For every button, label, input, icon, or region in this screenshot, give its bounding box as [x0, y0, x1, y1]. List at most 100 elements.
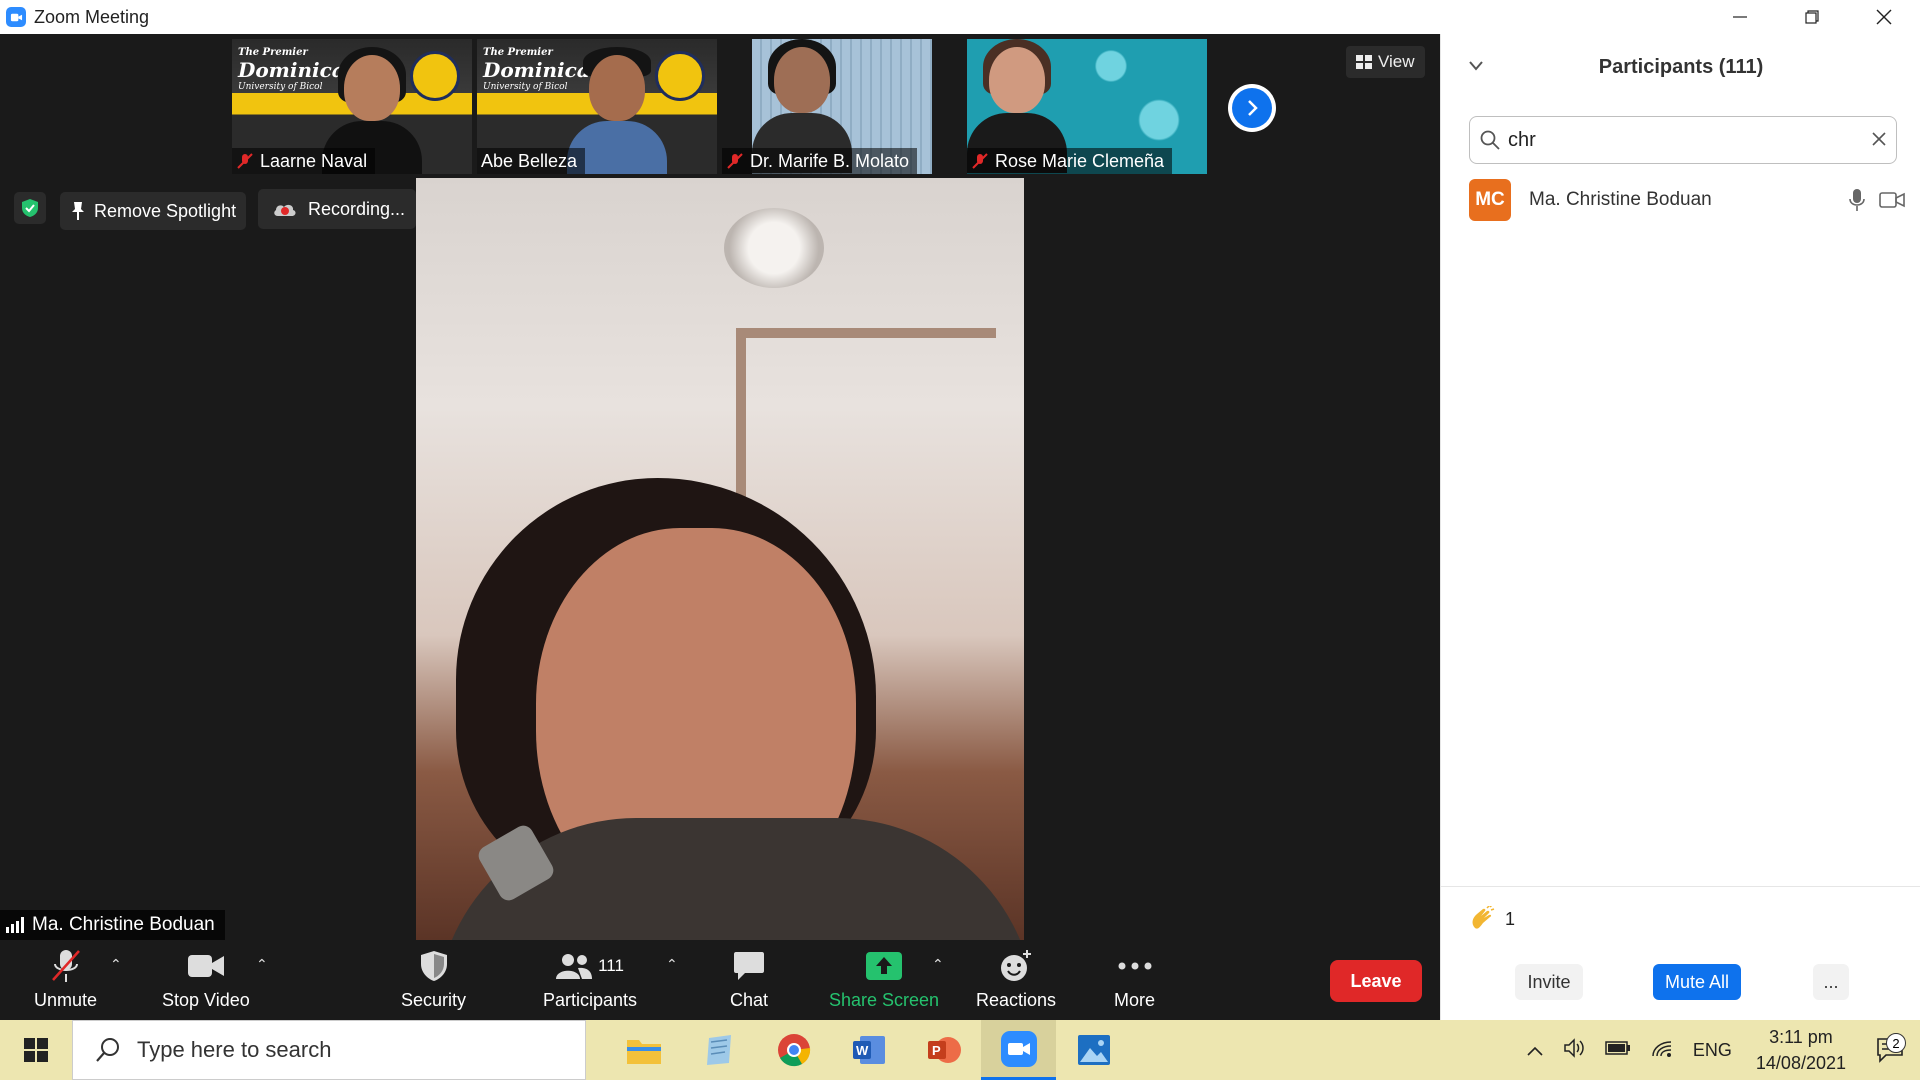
- thumbnail-name-tag: Rose Marie Clemeña: [967, 148, 1173, 174]
- invite-button[interactable]: Invite: [1515, 964, 1583, 1000]
- taskbar-file-explorer[interactable]: [606, 1020, 681, 1080]
- svg-text:P: P: [932, 1043, 941, 1058]
- video-camera-icon: [187, 955, 224, 977]
- mic-muted-icon: [51, 950, 80, 982]
- participant-name: Ma. Christine Boduan: [1529, 189, 1712, 210]
- powerpoint-icon: P: [927, 1037, 961, 1063]
- video-options-caret-icon[interactable]: ⌃: [256, 956, 268, 973]
- shield-check-icon: [22, 199, 38, 217]
- stop-video-button[interactable]: Stop Video: [162, 946, 250, 1011]
- participants-button[interactable]: 111 Participants: [543, 946, 637, 1011]
- thumbnail-name-tag: Abe Belleza: [477, 148, 586, 174]
- search-input[interactable]: [1508, 128, 1872, 152]
- close-icon: [1876, 9, 1892, 25]
- grid-view-icon: [1356, 55, 1372, 69]
- taskbar-chrome[interactable]: [756, 1020, 831, 1080]
- svg-text:W: W: [856, 1043, 869, 1058]
- participants-options-caret-icon[interactable]: ⌃: [666, 956, 678, 973]
- file-explorer-icon: [626, 1040, 661, 1064]
- thumbnail-name-tag: Dr. Marife B. Molato: [722, 148, 918, 174]
- remove-spotlight-button[interactable]: Remove Spotlight: [60, 192, 247, 230]
- chat-button[interactable]: Chat: [730, 946, 768, 1011]
- clock[interactable]: 3:11 pm 14/08/2021: [1756, 1024, 1846, 1076]
- minimize-icon: [1733, 16, 1747, 18]
- clock-date: 14/08/2021: [1755, 1053, 1846, 1073]
- ceiling-light: [724, 208, 824, 288]
- mute-all-button[interactable]: Mute All: [1653, 964, 1741, 1000]
- leave-button[interactable]: Leave: [1330, 960, 1422, 1002]
- meeting-toolbar: Unmute ⌃ Stop Video ⌃ Security 111 Parti…: [0, 940, 1440, 1020]
- more-dots-icon: [1118, 962, 1151, 970]
- participant-search: [1469, 116, 1897, 164]
- share-screen-button[interactable]: Share Screen: [829, 946, 939, 1011]
- chat-bubble-icon: [734, 952, 765, 980]
- active-speaker-video: [416, 178, 1024, 940]
- taskbar-powerpoint[interactable]: P: [906, 1020, 981, 1080]
- close-icon: [1872, 131, 1886, 146]
- battery-icon: [1605, 1040, 1630, 1055]
- video-thumbnail[interactable]: Rose Marie Clemeña: [967, 39, 1207, 174]
- cloud-recording-icon: [274, 204, 296, 216]
- panel-more-button[interactable]: ...: [1813, 964, 1849, 1000]
- audio-options-caret-icon[interactable]: ⌃: [110, 956, 122, 973]
- pin-icon: [72, 202, 84, 220]
- zoom-camera-icon: [6, 7, 26, 27]
- volume-button[interactable]: [1563, 1037, 1585, 1063]
- zoom-icon: [1000, 1030, 1037, 1067]
- restore-icon: [1805, 10, 1819, 24]
- signal-bars-icon: [6, 917, 24, 933]
- language-indicator[interactable]: ENG: [1693, 1040, 1732, 1061]
- share-options-caret-icon[interactable]: ⌃: [932, 956, 944, 973]
- taskbar-notepad[interactable]: [681, 1020, 756, 1080]
- search-icon: [96, 1038, 119, 1062]
- taskbar-word[interactable]: W: [831, 1020, 906, 1080]
- unmute-button[interactable]: Unmute: [34, 946, 97, 1011]
- participants-icon: [556, 954, 593, 979]
- minimize-button[interactable]: [1704, 0, 1776, 34]
- windows-logo-icon: [24, 1038, 48, 1062]
- taskbar-search[interactable]: Type here to search: [72, 1020, 586, 1080]
- battery-button[interactable]: [1605, 1040, 1631, 1061]
- taskbar-zoom[interactable]: [981, 1020, 1056, 1080]
- participants-panel: Participants (111) MC Ma. Christine Bodu…: [1440, 34, 1920, 1020]
- video-thumbnail[interactable]: Dr. Marife B. Molato: [722, 39, 962, 174]
- start-button[interactable]: [0, 1020, 72, 1080]
- wifi-icon: [1652, 1040, 1671, 1057]
- mic-muted-icon: [727, 153, 743, 169]
- title-bar: Zoom Meeting: [0, 0, 1920, 34]
- chrome-icon: [777, 1034, 810, 1067]
- photos-icon: [1077, 1035, 1110, 1065]
- participant-row[interactable]: MC Ma. Christine Boduan: [1469, 178, 1905, 222]
- close-button[interactable]: [1848, 0, 1920, 34]
- action-center-button[interactable]: 2: [1860, 1033, 1920, 1063]
- word-icon: W: [852, 1036, 885, 1064]
- window-title: Zoom Meeting: [34, 6, 150, 27]
- video-thumbnail[interactable]: The Premier Dominican University of Bico…: [232, 39, 472, 174]
- next-page-button[interactable]: [1228, 84, 1276, 132]
- mic-muted-icon: [972, 153, 988, 169]
- view-button[interactable]: View: [1346, 46, 1425, 78]
- taskbar-photos[interactable]: [1056, 1020, 1131, 1080]
- meeting-area: The Premier Dominican University of Bico…: [0, 34, 1440, 940]
- notepad-icon: [706, 1035, 731, 1065]
- system-tray: ENG 3:11 pm 14/08/2021 2: [1517, 1020, 1920, 1080]
- more-button[interactable]: More: [1114, 946, 1155, 1011]
- share-screen-icon: [866, 952, 903, 980]
- clear-search-button[interactable]: [1872, 129, 1886, 152]
- clapping-hands-icon: [1472, 906, 1495, 929]
- show-hidden-icons-button[interactable]: [1527, 1040, 1543, 1061]
- clock-time: 3:11 pm: [1769, 1027, 1833, 1047]
- video-thumbnail[interactable]: The Premier Dominican University of Bico…: [477, 39, 717, 174]
- search-icon: [1480, 130, 1500, 150]
- security-button[interactable]: Security: [401, 946, 466, 1011]
- reactions-button[interactable]: Reactions: [976, 946, 1056, 1011]
- speaker-icon: [1564, 1037, 1584, 1058]
- smiley-add-icon: [1001, 950, 1032, 981]
- restore-button[interactable]: [1776, 0, 1848, 34]
- shield-icon: [420, 951, 447, 981]
- encryption-shield-button[interactable]: [14, 192, 46, 224]
- wifi-button[interactable]: [1651, 1038, 1673, 1063]
- recording-indicator: Recording...: [258, 189, 416, 229]
- notification-count: 2: [1886, 1033, 1906, 1053]
- panel-title: Participants (111): [1598, 56, 1764, 78]
